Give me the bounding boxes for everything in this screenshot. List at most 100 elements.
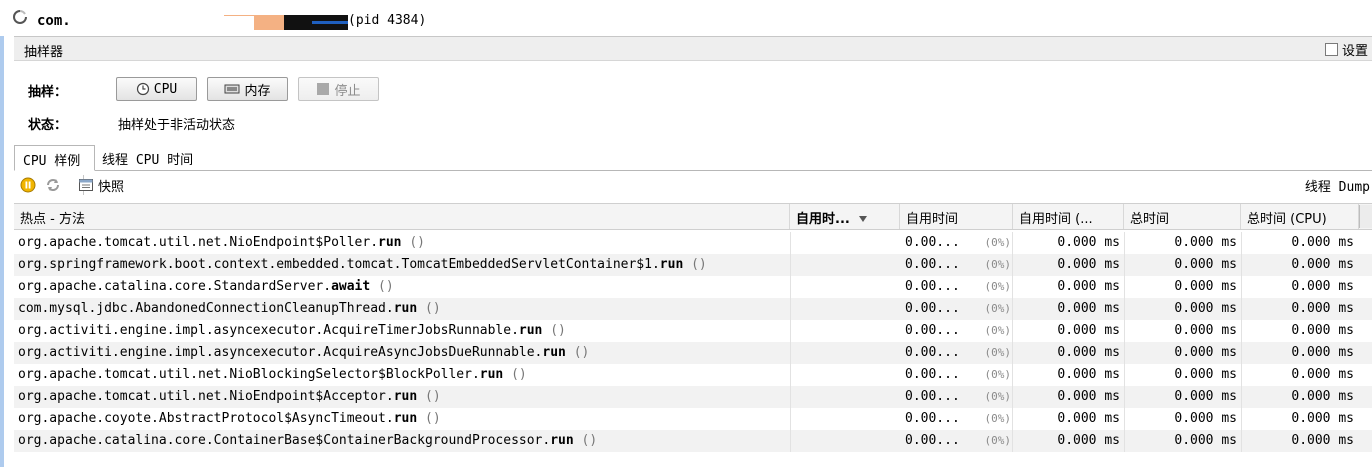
table-row[interactable]: org.apache.tomcat.util.net.NioBlockingSe… (14, 364, 1372, 386)
method-cell: org.apache.catalina.core.ContainerBase$C… (18, 430, 798, 452)
method-class: org.apache.tomcat.util.net.NioEndpoint$A… (18, 389, 394, 404)
method-name: run (659, 257, 684, 272)
table-row[interactable]: org.apache.catalina.core.ContainerBase$C… (14, 430, 1372, 452)
total-time-cell: 0.000 ms (1124, 276, 1237, 298)
memory-button-label: 内存 (244, 83, 271, 99)
results-toolbar: 快照 线程 Dump (14, 171, 1372, 199)
method-name: run (393, 411, 418, 426)
cpu-button-label: CPU (153, 81, 178, 97)
method-name: run (378, 235, 402, 250)
method-args: () (573, 345, 590, 360)
method-name: run (550, 433, 574, 448)
self-time-cell: 0.00... (905, 257, 960, 272)
total-time-cpu-cell: 0.000 ms (1241, 320, 1354, 342)
self-time-cpu-cell: 0.000 ms (1012, 386, 1120, 408)
table-row[interactable]: org.apache.coyote.AbstractProtocol$Async… (14, 408, 1372, 430)
self-time-bar-cell (790, 276, 900, 298)
total-time-cell: 0.000 ms (1124, 430, 1237, 452)
self-time-cell: 0.00... (905, 411, 960, 426)
self-time-percent: (0%) (984, 280, 1012, 293)
method-class: org.apache.catalina.core.StandardServer. (18, 279, 332, 294)
self-time-percent: (0%) (984, 434, 1012, 447)
total-time-cpu-cell: 0.000 ms (1241, 364, 1354, 386)
self-time-percent: (0%) (984, 324, 1012, 337)
cpu-sample-button[interactable]: CPU (116, 77, 197, 101)
column-header-self-time[interactable]: 自用时间 (900, 204, 1013, 229)
snapshot-button[interactable]: 快照 (98, 176, 124, 195)
self-time-bar-cell (790, 408, 900, 430)
self-time-cell: 0.00... (905, 345, 960, 360)
process-id: (pid 4384) (348, 13, 427, 28)
total-time-cpu-cell: 0.000 ms (1241, 232, 1354, 254)
method-name: run (393, 301, 418, 316)
column-chooser-icon[interactable] (1359, 205, 1372, 228)
method-args: () (409, 235, 425, 250)
method-args: () (425, 301, 441, 316)
table-row[interactable]: org.activiti.engine.impl.asyncexecutor.A… (14, 320, 1372, 342)
settings-label: 设置 (1341, 44, 1368, 59)
table-row[interactable]: org.activiti.engine.impl.asyncexecutor.A… (14, 342, 1372, 364)
column-header-total-time[interactable]: 总时间 (1124, 204, 1241, 229)
thread-dump-button[interactable]: 线程 Dump (1305, 176, 1370, 195)
method-cell: org.apache.tomcat.util.net.NioEndpoint$A… (18, 386, 798, 408)
redacted-block (224, 15, 348, 30)
pause-icon[interactable] (20, 177, 36, 193)
table-header: 热点 - 方法 自用时... 自用时间 自用时间 (... 总时间 总时间 (C… (14, 203, 1372, 230)
self-time-cell: 0.00... (905, 279, 960, 294)
stop-button[interactable]: 停止 (298, 77, 379, 101)
total-time-cpu-cell: 0.000 ms (1241, 386, 1354, 408)
panel-left-border (0, 36, 4, 467)
snapshot-icon (79, 179, 93, 191)
tab-cpu-samples[interactable]: CPU 样例 (14, 145, 95, 171)
total-time-cell: 0.000 ms (1124, 342, 1237, 364)
table-row[interactable]: org.apache.tomcat.util.net.NioEndpoint$A… (14, 386, 1372, 408)
self-time-percent: (0%) (984, 258, 1012, 271)
total-time-cpu-cell: 0.000 ms (1241, 276, 1354, 298)
self-time-cpu-cell: 0.000 ms (1012, 254, 1120, 276)
status-label: 状态： (28, 118, 68, 133)
total-time-cell: 0.000 ms (1124, 408, 1237, 430)
self-time-cpu-cell: 0.000 ms (1012, 430, 1120, 452)
table-row[interactable]: org.apache.tomcat.util.net.NioEndpoint$P… (14, 232, 1372, 254)
column-header-self-time-sorted[interactable]: 自用时... (790, 204, 900, 229)
tab-thread-cpu-time[interactable]: 线程 CPU 时间 (94, 145, 234, 171)
clock-icon (136, 82, 149, 96)
column-header-self-time-cpu[interactable]: 自用时间 (... (1013, 204, 1124, 229)
method-args: () (378, 279, 394, 294)
self-time-cell: 0.00... (905, 367, 960, 382)
method-args: () (581, 433, 598, 448)
column-header-method[interactable]: 热点 - 方法 (14, 204, 790, 229)
column-header-total-time-cpu[interactable]: 总时间 (CPU) (1241, 204, 1359, 229)
table-row[interactable]: com.mysql.jdbc.AbandonedConnectionCleanu… (14, 298, 1372, 320)
table-row[interactable]: org.apache.catalina.core.StandardServer.… (14, 276, 1372, 298)
sampler-header: 抽样器 设置 (14, 36, 1372, 61)
method-class: org.apache.tomcat.util.net.NioEndpoint$P… (18, 235, 379, 250)
total-time-cpu-cell: 0.000 ms (1241, 408, 1354, 430)
self-time-bar-cell (790, 298, 900, 320)
settings-toggle[interactable]: 设置 (1324, 40, 1368, 59)
method-cell: org.springframework.boot.context.embedde… (18, 254, 798, 276)
total-time-cpu-cell: 0.000 ms (1241, 298, 1354, 320)
stop-button-label: 停止 (334, 83, 361, 99)
method-class: com.mysql.jdbc.AbandonedConnectionCleanu… (18, 301, 394, 316)
method-args: () (511, 367, 527, 382)
sort-descending-icon (859, 216, 868, 222)
app-title: com. (37, 13, 71, 29)
total-time-cpu-cell: 0.000 ms (1241, 342, 1354, 364)
method-name: run (479, 367, 504, 382)
title-bar: com. (pid 4384) (0, 0, 1372, 36)
sampler-title: 抽样器 (24, 45, 64, 60)
method-class: org.activiti.engine.impl.asyncexecutor.A… (18, 323, 519, 338)
self-time-percent: (0%) (984, 236, 1012, 249)
memory-sample-button[interactable]: 内存 (207, 77, 288, 101)
result-tabs: CPU 样例 线程 CPU 时间 (14, 145, 1372, 171)
table-row[interactable]: org.springframework.boot.context.embedde… (14, 254, 1372, 276)
self-time-cell: 0.00... (905, 301, 960, 316)
self-time-cpu-cell: 0.000 ms (1012, 408, 1120, 430)
self-time-percent: (0%) (984, 368, 1012, 381)
total-time-cpu-cell: 0.000 ms (1241, 254, 1354, 276)
settings-checkbox[interactable] (1324, 43, 1338, 56)
refresh-icon[interactable] (45, 177, 61, 193)
method-cell: org.apache.coyote.AbstractProtocol$Async… (18, 408, 798, 430)
memory-chip-icon (224, 84, 240, 94)
